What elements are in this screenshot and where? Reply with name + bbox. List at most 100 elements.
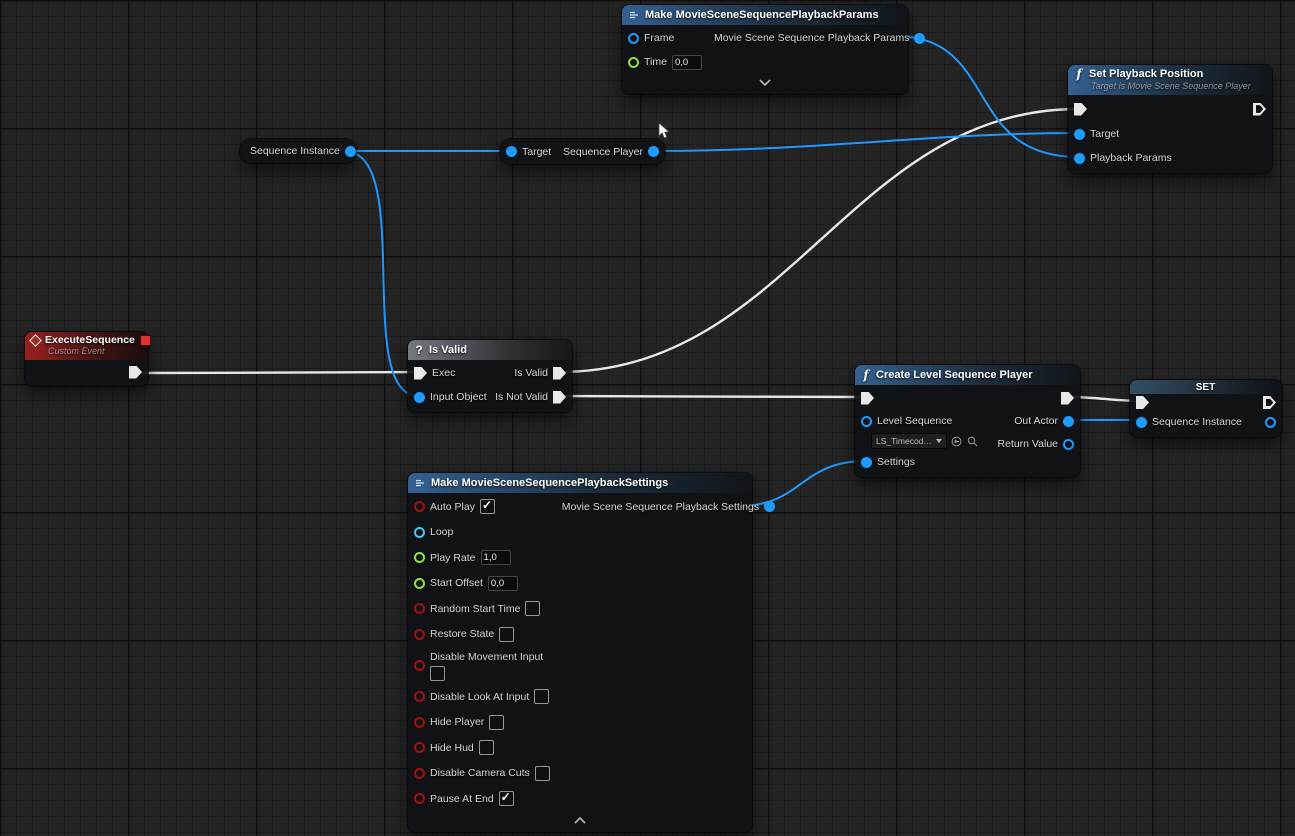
node-title: Make MovieSceneSequencePlaybackParams [645, 9, 879, 21]
target-pin[interactable] [1074, 129, 1085, 140]
level-sequence-dropdown-value: LS_TimecodePr [876, 436, 932, 446]
pin-label-auto-play: Auto Play [430, 501, 475, 513]
pin-label-time: Time [644, 56, 667, 68]
node-make-playback-settings[interactable]: Make MovieSceneSequencePlaybackSettings … [408, 473, 752, 832]
pin-label-hide-hud: Hide Hud [430, 742, 474, 754]
hide-player-checkbox[interactable] [489, 715, 504, 730]
exec-in-pin[interactable] [861, 392, 874, 405]
exec-wire-event-to-isvalid [135, 372, 419, 373]
node-header[interactable]: f Create Level Sequence Player [855, 365, 1080, 385]
hide-player-pin[interactable] [414, 717, 425, 728]
node-header[interactable]: Make MovieSceneSequencePlaybackParams [622, 5, 908, 25]
random-start-time-checkbox[interactable] [525, 601, 540, 616]
random-start-time-pin[interactable] [414, 603, 425, 614]
hide-hud-checkbox[interactable] [479, 740, 494, 755]
pin-label-out-actor: Out Actor [1014, 415, 1058, 427]
node-is-valid[interactable]: ? Is Valid Exec Is Valid Input Object [408, 340, 572, 412]
node-execute-sequence-event[interactable]: ExecuteSequence Custom Event [25, 332, 148, 386]
node-header[interactable]: ? Is Valid [408, 340, 572, 360]
node-title: Set Playback Position [1089, 68, 1203, 80]
pin-label-playback-params: Playback Params [1090, 152, 1172, 164]
disable-camera-cuts-checkbox[interactable] [535, 766, 550, 781]
out-actor-pin[interactable] [1063, 416, 1074, 427]
sequence-player-output-pin[interactable] [648, 146, 659, 157]
level-sequence-pin[interactable] [861, 416, 872, 427]
sequence-instance-in-pin[interactable] [1136, 417, 1147, 428]
exec-wire-isnotvalid-to-create [559, 396, 866, 397]
node-collapse-toggle[interactable] [408, 812, 752, 829]
pin-label-sequence-instance: Sequence Instance [1152, 416, 1242, 428]
node-make-playback-params[interactable]: Make MovieSceneSequencePlaybackParams Fr… [622, 5, 908, 94]
event-icon [29, 334, 42, 347]
sequence-instance-out-pin[interactable] [1265, 417, 1276, 428]
loop-pin[interactable] [414, 527, 425, 538]
exec-in-pin[interactable] [1136, 396, 1149, 409]
use-selected-asset-icon[interactable] [950, 435, 963, 448]
disable-look-at-input-pin[interactable] [414, 691, 425, 702]
settings-pin[interactable] [861, 457, 872, 468]
is-valid-exec-out-pin[interactable] [553, 367, 566, 380]
node-header[interactable]: f Set Playback Position Target is Movie … [1068, 65, 1272, 95]
delegate-pin[interactable] [140, 335, 151, 346]
playback-params-output-pin[interactable] [914, 33, 925, 44]
node-collapse-toggle[interactable] [622, 74, 908, 91]
exec-out-pin[interactable] [1263, 396, 1276, 409]
node-set-sequence-instance[interactable]: SET Sequence Instance [1130, 380, 1282, 437]
node-get-sequence-player[interactable]: Target Sequence Player [500, 139, 665, 164]
auto-play-pin[interactable] [414, 501, 425, 512]
node-get-sequence-instance[interactable]: Sequence Instance [240, 139, 356, 163]
exec-in-pin[interactable] [1074, 103, 1087, 116]
time-value-input[interactable] [672, 55, 702, 70]
hide-hud-pin[interactable] [414, 742, 425, 753]
chevron-up-icon [573, 816, 587, 824]
start-offset-input[interactable] [488, 576, 518, 591]
data-wire-params-to-playbackparams [895, 36, 1079, 157]
restore-state-pin[interactable] [414, 629, 425, 640]
pause-at-end-pin[interactable] [414, 793, 425, 804]
pause-at-end-checkbox[interactable] [499, 791, 514, 806]
question-mark-icon: ? [414, 343, 424, 357]
exec-out-pin[interactable] [129, 366, 142, 379]
return-value-pin[interactable] [1063, 439, 1074, 450]
blueprint-graph-canvas[interactable]: Make MovieSceneSequencePlaybackParams Fr… [0, 0, 1295, 836]
exec-out-pin[interactable] [1253, 103, 1266, 116]
disable-look-at-input-checkbox[interactable] [534, 689, 549, 704]
node-header[interactable]: Make MovieSceneSequencePlaybackSettings [408, 473, 752, 493]
time-pin[interactable] [628, 57, 639, 68]
pin-label-exec: Exec [432, 367, 455, 379]
restore-state-checkbox[interactable] [499, 627, 514, 642]
input-object-pin[interactable] [414, 392, 425, 403]
target-pin[interactable] [506, 146, 517, 157]
sequence-instance-output-pin[interactable] [345, 146, 356, 157]
node-title: Create Level Sequence Player [876, 369, 1033, 381]
pin-label-sequence-player: Sequence Player [563, 146, 643, 158]
make-struct-icon [414, 477, 426, 489]
node-title: ExecuteSequence [45, 334, 135, 346]
exec-out-pin[interactable] [1061, 392, 1074, 405]
play-rate-input[interactable] [481, 550, 511, 565]
level-sequence-dropdown[interactable]: LS_TimecodePr [871, 433, 947, 449]
browse-asset-icon[interactable] [966, 435, 979, 448]
exec-in-pin[interactable] [414, 367, 427, 380]
node-create-level-sequence-player[interactable]: f Create Level Sequence Player Level Seq… [855, 365, 1080, 477]
node-set-playback-position[interactable]: f Set Playback Position Target is Movie … [1068, 65, 1272, 173]
play-rate-pin[interactable] [414, 552, 425, 563]
node-subtitle: Target is Movie Scene Sequence Player [1091, 81, 1265, 92]
node-header[interactable]: ExecuteSequence Custom Event [25, 332, 148, 360]
is-not-valid-exec-out-pin[interactable] [553, 391, 566, 404]
pin-label-disable-camera-cuts: Disable Camera Cuts [430, 767, 530, 779]
disable-camera-cuts-pin[interactable] [414, 768, 425, 779]
playback-settings-output-pin[interactable] [764, 501, 775, 512]
start-offset-pin[interactable] [414, 578, 425, 589]
pin-label-hide-player: Hide Player [430, 716, 484, 728]
pin-label-disable-movement-input: Disable Movement Input [430, 651, 543, 663]
frame-pin[interactable] [628, 33, 639, 44]
disable-movement-input-pin[interactable] [414, 660, 425, 671]
disable-movement-input-checkbox[interactable] [430, 666, 445, 681]
make-struct-icon [628, 9, 640, 21]
pin-label-random-start-time: Random Start Time [430, 603, 520, 615]
node-header[interactable]: SET [1130, 380, 1282, 394]
playback-params-pin[interactable] [1074, 153, 1085, 164]
auto-play-checkbox[interactable] [480, 499, 495, 514]
pin-label-playback-params-out: Movie Scene Sequence Playback Params [714, 32, 910, 44]
